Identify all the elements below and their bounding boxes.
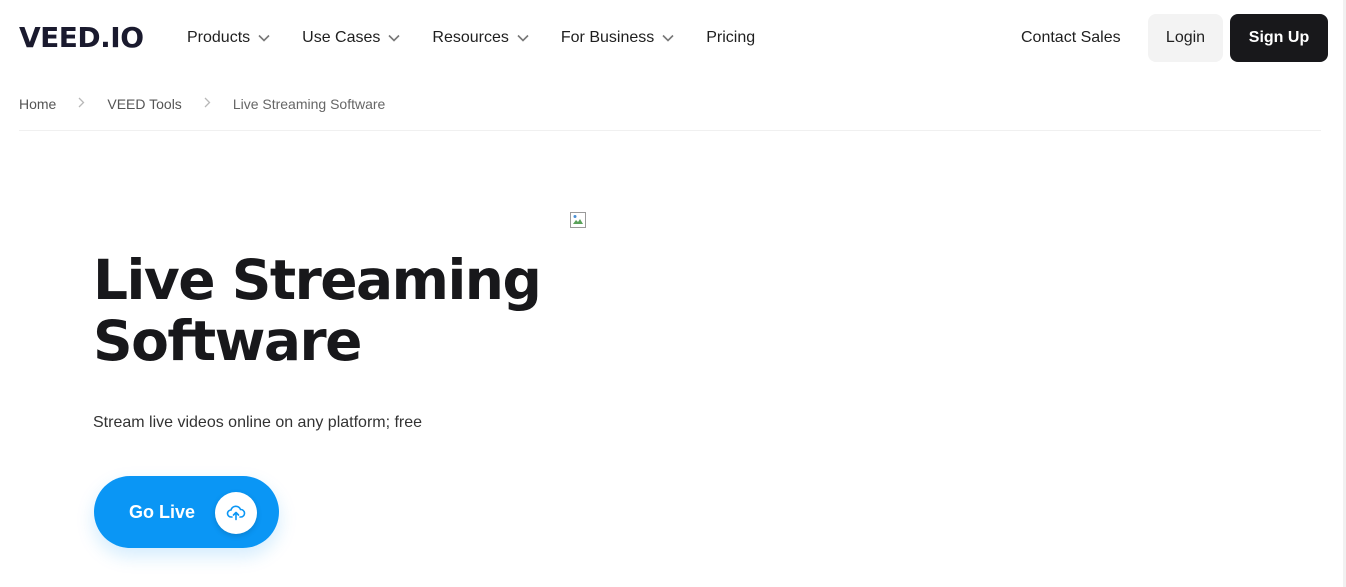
nav-products-label: Products [187,29,251,46]
breadcrumb-veed-tools[interactable]: VEED Tools [107,94,181,114]
broken-image-icon [570,212,586,228]
divider [19,130,1321,131]
chevron-down-icon [258,34,270,42]
nav-use-cases-label: Use Cases [302,29,381,46]
go-live-label: Go Live [129,502,196,522]
chevron-down-icon [388,34,400,42]
site-header: VEED.IO Products Use Cases Resources For… [0,0,1346,76]
nav-for-business[interactable]: For Business [561,26,674,50]
nav-resources-label: Resources [432,29,509,46]
nav-resources[interactable]: Resources [432,26,529,50]
logo[interactable]: VEED.IO [19,21,144,55]
contact-sales-link[interactable]: Contact Sales [1021,26,1121,50]
breadcrumb-home[interactable]: Home [19,94,56,114]
page-title: Live Streaming Software [93,248,542,373]
breadcrumb: Home VEED Tools Live Streaming Software [19,94,385,114]
go-live-button[interactable]: Go Live [94,476,279,548]
breadcrumb-current: Live Streaming Software [232,96,386,112]
main-nav: Products Use Cases Resources For Busines… [187,26,787,50]
nav-pricing[interactable]: Pricing [706,26,755,50]
chevron-down-icon [517,34,529,42]
nav-products[interactable]: Products [187,26,270,50]
login-button[interactable]: Login [1148,14,1223,62]
nav-use-cases[interactable]: Use Cases [302,26,400,50]
chevron-right-icon [78,94,85,114]
page-subtitle: Stream live videos online on any platfor… [93,414,423,431]
page: VEED.IO Products Use Cases Resources For… [0,0,1346,587]
nav-for-business-label: For Business [560,29,655,46]
chevron-right-icon [204,94,211,114]
signup-button[interactable]: Sign Up [1230,14,1328,62]
nav-pricing-label: Pricing [706,29,756,46]
cloud-upload-icon [215,492,257,534]
chevron-down-icon [662,34,674,42]
